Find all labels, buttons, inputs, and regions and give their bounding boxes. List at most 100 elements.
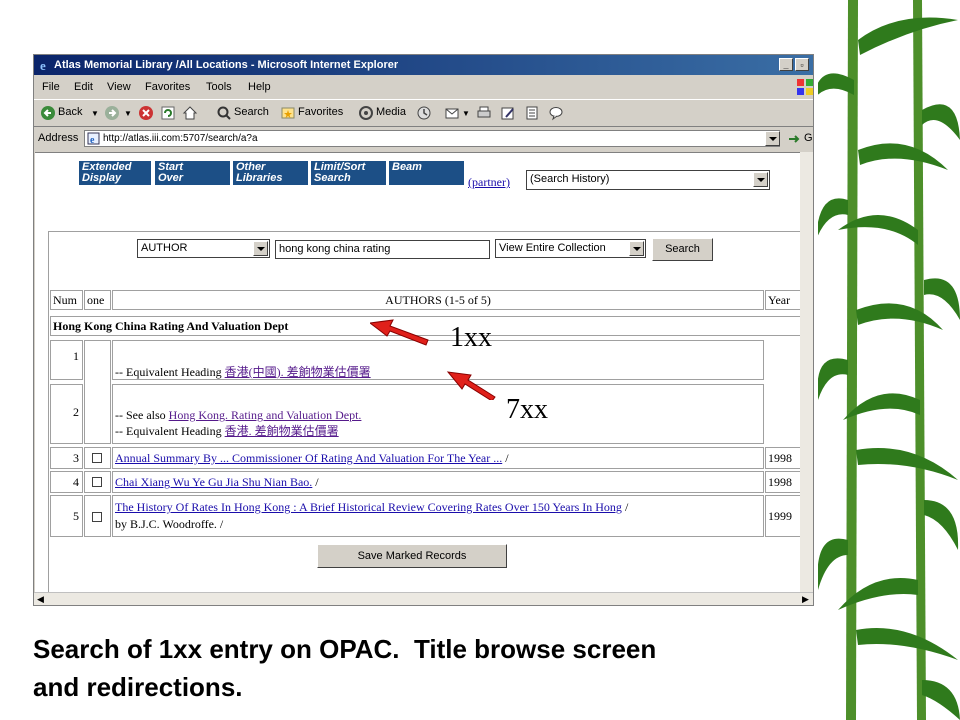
edit-icon[interactable] bbox=[500, 105, 516, 121]
menu-tools[interactable]: Tools bbox=[206, 81, 232, 93]
row-5-author: by B.J.C. Woodroffe. / bbox=[115, 517, 224, 531]
forward-arrow-icon[interactable] bbox=[104, 105, 120, 121]
row-4-title-link[interactable]: Chai Xiang Wu Ye Gu Jia Shu Nian Bao. bbox=[115, 475, 312, 489]
collection-dropdown-icon[interactable] bbox=[629, 241, 644, 256]
extended-display-line2: Display bbox=[82, 172, 122, 184]
row-4-year: 1998 bbox=[765, 471, 800, 493]
search-button[interactable]: Search bbox=[652, 238, 713, 261]
menu-edit[interactable]: Edit bbox=[74, 81, 93, 93]
row-2-num: 2 bbox=[50, 384, 83, 444]
collection-select[interactable]: View Entire Collection bbox=[495, 239, 646, 258]
back-arrow-icon[interactable] bbox=[40, 105, 56, 121]
page-icon: e bbox=[87, 132, 100, 145]
row-1-num: 1 bbox=[50, 340, 83, 380]
stop-icon[interactable] bbox=[138, 105, 154, 121]
row-4-checkbox[interactable] bbox=[92, 477, 102, 487]
start-over-line2: Over bbox=[158, 172, 184, 184]
ie-logo-icon: e bbox=[40, 58, 46, 72]
save-marked-records-button[interactable]: Save Marked Records bbox=[317, 544, 507, 568]
row-4-suffix: / bbox=[312, 475, 319, 489]
caption-line1: Search of 1xx entry on OPAC. Title brows… bbox=[33, 634, 657, 664]
other-libraries-line2: Libraries bbox=[236, 172, 283, 184]
favorites-icon[interactable] bbox=[280, 105, 296, 121]
menu-help[interactable]: Help bbox=[248, 81, 271, 93]
beam-button[interactable]: Beam bbox=[389, 161, 464, 185]
row-1-prefix: -- Equivalent Heading bbox=[115, 365, 225, 379]
back-label[interactable]: Back bbox=[58, 106, 82, 118]
row-2-line1-prefix: -- See also bbox=[115, 408, 169, 422]
start-over-button[interactable]: Start Over bbox=[155, 161, 230, 185]
row-5-title-link[interactable]: The History Of Rates In Hong Kong : A Br… bbox=[115, 500, 622, 514]
extended-display-button[interactable]: Extended Display bbox=[79, 161, 151, 185]
horizontal-scrollbar[interactable]: ◀ ▶ bbox=[34, 592, 813, 605]
search-history-select[interactable]: (Search History) bbox=[526, 170, 770, 190]
row-3-num: 3 bbox=[50, 447, 83, 469]
address-input[interactable]: e http://atlas.iii.com:5707/search/a?a bbox=[84, 130, 780, 147]
address-url: http://atlas.iii.com:5707/search/a?a bbox=[103, 133, 258, 144]
menu-favorites[interactable]: Favorites bbox=[145, 81, 190, 93]
row-3-suffix: / bbox=[502, 451, 509, 465]
row-3-year: 1998 bbox=[765, 447, 800, 469]
search-type-dropdown-icon[interactable] bbox=[253, 241, 268, 256]
refresh-icon[interactable] bbox=[160, 105, 176, 121]
header-one: one bbox=[84, 290, 111, 310]
back-dropdown-icon[interactable]: ▼ bbox=[91, 109, 99, 118]
mail-icon[interactable] bbox=[444, 105, 460, 121]
arrow-to-heading bbox=[370, 319, 429, 346]
menu-view[interactable]: View bbox=[107, 81, 131, 93]
media-label[interactable]: Media bbox=[376, 106, 406, 118]
search-icon[interactable] bbox=[216, 105, 232, 121]
messenger-icon[interactable] bbox=[548, 105, 564, 121]
row-2-see-also-link[interactable]: Hong Kong. Rating and Valuation Dept. bbox=[169, 408, 362, 422]
slide-caption: Search of 1xx entry on OPAC. Title brows… bbox=[33, 630, 813, 706]
address-dropdown-icon[interactable] bbox=[765, 131, 780, 146]
search-history-value: (Search History) bbox=[530, 173, 610, 185]
window-title: Atlas Memorial Library /All Locations - … bbox=[54, 59, 399, 71]
mail-dropdown-icon[interactable]: ▼ bbox=[462, 109, 470, 118]
history-icon[interactable] bbox=[416, 105, 432, 121]
row-4-content: Chai Xiang Wu Ye Gu Jia Shu Nian Bao. / bbox=[112, 471, 764, 493]
search-history-dropdown-icon[interactable] bbox=[753, 172, 768, 187]
other-libraries-button[interactable]: Other Libraries bbox=[233, 161, 308, 185]
restore-button[interactable]: ▫ bbox=[795, 58, 809, 71]
search-type-select[interactable]: AUTHOR bbox=[137, 239, 270, 258]
scroll-left-icon[interactable]: ◀ bbox=[37, 594, 44, 605]
search-label[interactable]: Search bbox=[234, 106, 269, 118]
print-icon[interactable] bbox=[476, 105, 492, 121]
address-label: Address bbox=[38, 132, 79, 144]
favorites-label[interactable]: Favorites bbox=[298, 106, 343, 118]
header-authors: AUTHORS (1-5 of 5) bbox=[112, 290, 764, 310]
address-bar: Address e http://atlas.iii.com:5707/sear… bbox=[34, 127, 813, 151]
row-3-checkbox[interactable] bbox=[92, 453, 102, 463]
forward-dropdown-icon[interactable]: ▼ bbox=[124, 109, 132, 118]
row-2-equivalent-link[interactable]: 香港. 差餉物業估價署 bbox=[225, 424, 339, 438]
title-bar: e Atlas Memorial Library /All Locations … bbox=[34, 55, 813, 75]
search-query-input[interactable]: hong kong china rating bbox=[275, 240, 490, 259]
go-arrow-icon[interactable] bbox=[786, 131, 802, 147]
media-icon[interactable] bbox=[358, 105, 374, 121]
row-3-checkbox-cell bbox=[84, 447, 111, 469]
row-5-content: The History Of Rates In Hong Kong : A Br… bbox=[112, 495, 764, 537]
windows-logo-icon bbox=[797, 79, 813, 95]
limit-sort-search-button[interactable]: Limit/Sort Search bbox=[311, 161, 386, 185]
go-label[interactable]: G bbox=[804, 132, 813, 144]
discuss-icon[interactable] bbox=[524, 105, 540, 121]
row-5-suffix: / bbox=[621, 500, 629, 514]
row-3-title-link[interactable]: Annual Summary By ... Commissioner Of Ra… bbox=[115, 451, 502, 465]
scroll-right-icon[interactable]: ▶ bbox=[802, 594, 809, 605]
home-icon[interactable] bbox=[182, 105, 198, 121]
rows-1-2-one-cell bbox=[84, 340, 111, 444]
row-5-num: 5 bbox=[50, 495, 83, 537]
menu-file[interactable]: File bbox=[42, 81, 60, 93]
row-2-line2-prefix: -- Equivalent Heading bbox=[115, 424, 225, 438]
row-4-checkbox-cell bbox=[84, 471, 111, 493]
minimize-button[interactable]: _ bbox=[779, 58, 793, 71]
row-1-link[interactable]: 香港(中國). 差餉物業估價署 bbox=[225, 365, 371, 379]
search-type-value: AUTHOR bbox=[141, 242, 188, 254]
row-5-year: 1999 bbox=[765, 495, 800, 537]
label-1xx: 1xx bbox=[450, 322, 492, 353]
partner-link[interactable]: (partner) bbox=[468, 175, 510, 190]
row-5-checkbox[interactable] bbox=[92, 512, 102, 522]
vertical-scrollbar[interactable] bbox=[800, 152, 813, 592]
svg-text:e: e bbox=[40, 58, 46, 72]
